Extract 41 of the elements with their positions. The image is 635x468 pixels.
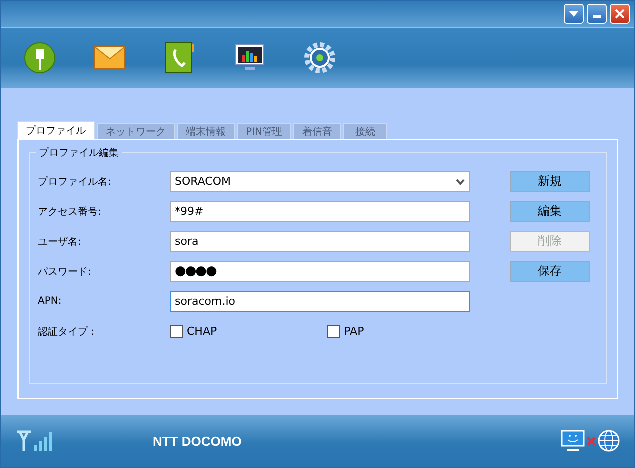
- smiley-monitor-icon: [561, 430, 585, 452]
- input-field[interactable]: soracom.io: [170, 291, 470, 312]
- close-icon: [615, 9, 625, 19]
- checkbox[interactable]: [327, 325, 340, 338]
- tab[interactable]: 端末情報: [177, 123, 235, 139]
- settings-button[interactable]: [303, 41, 337, 75]
- group-title: プロファイル編集: [36, 146, 122, 160]
- action-button[interactable]: 編集: [510, 201, 590, 222]
- field-label: APN:: [38, 296, 63, 307]
- usb-plug-icon: [24, 42, 56, 74]
- monitor-chart-icon: [235, 44, 265, 72]
- disconnected-icon: [587, 436, 596, 446]
- phone-book-icon: [165, 42, 195, 74]
- signal-icon: [15, 430, 53, 452]
- chevron-down-icon: [456, 178, 465, 184]
- password-field[interactable]: ●●●●: [170, 261, 470, 282]
- checkbox-label: PAP: [344, 325, 364, 338]
- tab[interactable]: 接続: [343, 123, 388, 139]
- field-label: ユーザ名:: [38, 236, 82, 248]
- action-button[interactable]: 保存: [510, 261, 590, 282]
- carrier-name: NTT DOCOMO: [153, 434, 243, 448]
- profile-dropdown[interactable]: SORACOM: [170, 171, 470, 192]
- minimize-button[interactable]: [587, 4, 607, 24]
- usb-button[interactable]: [23, 41, 57, 75]
- globe-icon: [598, 430, 620, 452]
- field-label: アクセス番号:: [38, 206, 102, 218]
- field-label: プロファイル名:: [38, 176, 112, 188]
- close-button[interactable]: [610, 4, 630, 24]
- input-field[interactable]: sora: [170, 231, 470, 252]
- field-label: パスワード:: [38, 266, 92, 278]
- settings-icon: [304, 42, 336, 74]
- envelope-icon: [94, 46, 126, 70]
- phonebook-button[interactable]: [163, 41, 197, 75]
- tab[interactable]: プロファイル: [17, 121, 95, 139]
- action-button[interactable]: 新規: [510, 171, 590, 192]
- field-label: 認証タイプ :: [38, 326, 96, 338]
- dropdown-button[interactable]: [564, 4, 584, 24]
- checkbox[interactable]: [170, 325, 183, 338]
- input-field[interactable]: *99#: [170, 201, 470, 222]
- caret-icon: [568, 10, 580, 18]
- checkbox-label: CHAP: [187, 325, 218, 338]
